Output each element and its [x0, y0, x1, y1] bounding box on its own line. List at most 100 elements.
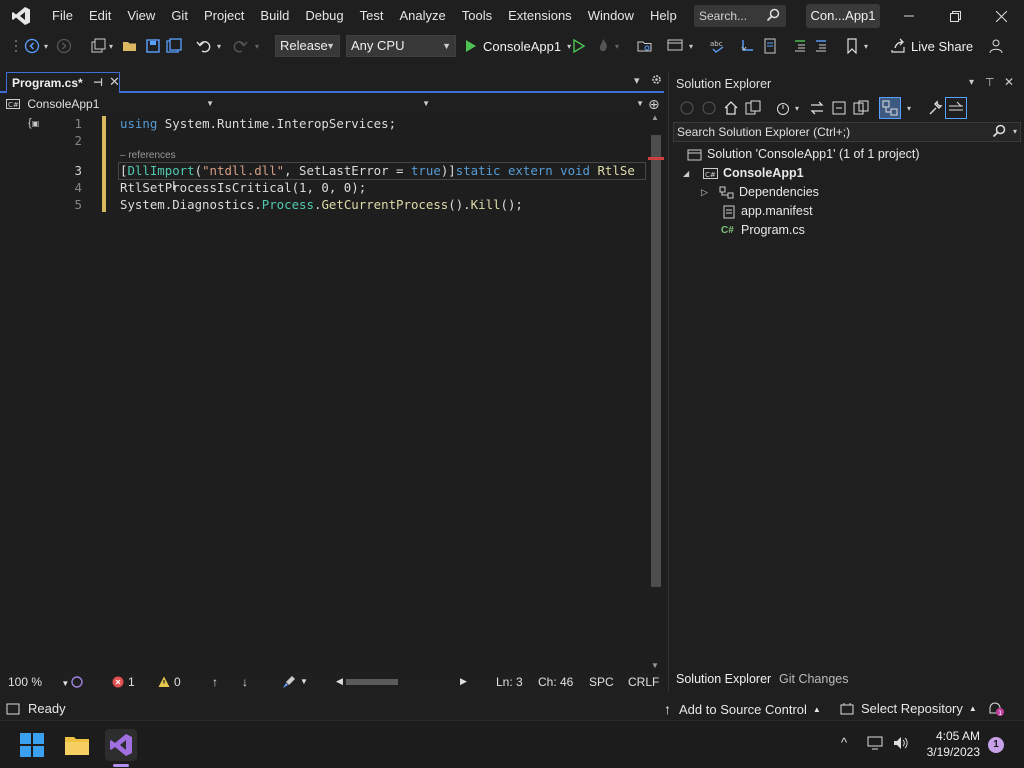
- tab-git-changes[interactable]: Git Changes: [779, 672, 848, 686]
- scroll-left-icon[interactable]: ◀: [336, 676, 343, 687]
- visual-studio-taskbar-icon[interactable]: [105, 729, 137, 767]
- menu-file[interactable]: File: [44, 0, 81, 32]
- tree-item-app-manifest[interactable]: app.manifest: [721, 202, 813, 221]
- preview-selected-items-toggle[interactable]: [879, 97, 901, 119]
- redo-dropdown-icon[interactable]: ▾: [253, 38, 261, 54]
- save-all-icon[interactable]: [166, 38, 182, 54]
- search-input[interactable]: Search...: [694, 5, 786, 27]
- notifications-bell-icon[interactable]: 1: [986, 701, 1004, 717]
- visual-studio-logo-icon[interactable]: [10, 5, 32, 27]
- toolbar-overflow-icon[interactable]: ▾: [862, 38, 870, 54]
- solution-name-badge[interactable]: Con...App1: [806, 4, 880, 28]
- back-icon[interactable]: [679, 100, 695, 116]
- panel-options-dropdown-icon[interactable]: ▾: [969, 77, 974, 88]
- horizontal-scrollbar-thumb[interactable]: [346, 679, 398, 685]
- new-item-dropdown-icon[interactable]: ▾: [107, 38, 115, 54]
- minimize-button[interactable]: [886, 0, 932, 32]
- show-hidden-icons-chevron-icon[interactable]: ^: [841, 735, 847, 750]
- codelens-references[interactable]: – references: [120, 150, 176, 161]
- collapsed-chevron-icon[interactable]: ▷: [701, 183, 719, 202]
- scroll-down-icon[interactable]: ▼: [651, 661, 659, 670]
- properties-wrench-icon[interactable]: [927, 100, 943, 116]
- select-repository-button[interactable]: Select Repository ▲: [840, 701, 977, 716]
- intellicode-icon[interactable]: [70, 675, 84, 692]
- code-editor[interactable]: {▣ 1 using System.Runtime.InteropService…: [0, 113, 648, 673]
- scroll-right-icon[interactable]: ▶: [460, 676, 467, 687]
- forward-icon[interactable]: [701, 100, 717, 116]
- hot-reload-dropdown-icon[interactable]: ▾: [613, 38, 621, 54]
- save-icon[interactable]: [145, 38, 161, 54]
- pin-panel-icon[interactable]: ⊤: [985, 76, 995, 89]
- scroll-up-icon[interactable]: ▲: [651, 113, 659, 122]
- home-icon[interactable]: [723, 100, 739, 116]
- menu-window[interactable]: Window: [580, 0, 642, 32]
- error-count[interactable]: 1: [112, 675, 135, 689]
- menu-extensions[interactable]: Extensions: [500, 0, 580, 32]
- live-share-button[interactable]: Live Share: [890, 35, 973, 57]
- project-navigation-dropdown[interactable]: C# ConsoleApp1 ▼: [6, 95, 218, 113]
- preview-dropdown-icon[interactable]: ▾: [905, 100, 913, 116]
- open-folder-icon[interactable]: [122, 38, 138, 54]
- redo-icon[interactable]: [232, 38, 248, 54]
- tab-solution-explorer[interactable]: Solution Explorer: [676, 672, 771, 686]
- start-debugging-button[interactable]: ConsoleApp1 ▾: [464, 35, 571, 57]
- new-project-icon[interactable]: [90, 38, 106, 54]
- notification-center-badge[interactable]: 1: [988, 737, 1004, 753]
- previous-issue-arrow-icon[interactable]: ↑: [212, 675, 218, 689]
- show-all-files-icon[interactable]: [853, 100, 869, 116]
- windows-start-icon[interactable]: [16, 729, 48, 761]
- type-navigation-dropdown[interactable]: ▼: [220, 95, 434, 113]
- split-window-icon[interactable]: ⊕: [648, 95, 660, 113]
- undo-dropdown-icon[interactable]: ▾: [215, 38, 223, 54]
- network-icon[interactable]: [866, 735, 884, 754]
- feedback-icon[interactable]: [988, 38, 1004, 54]
- filter-dropdown-icon[interactable]: ▾: [793, 100, 801, 116]
- menu-analyze[interactable]: Analyze: [391, 0, 453, 32]
- member-navigation-dropdown[interactable]: ▼: [436, 95, 648, 113]
- whitespace-indicator[interactable]: SPC: [589, 675, 614, 689]
- solution-platform-dropdown[interactable]: Any CPU ▼: [346, 35, 456, 57]
- system-clock[interactable]: 4:05 AM 3/19/2023: [900, 728, 980, 760]
- add-to-source-control-button[interactable]: ↑ Add to Source Control ▲: [664, 701, 821, 717]
- solution-configuration-dropdown[interactable]: Release ▼: [275, 35, 340, 57]
- menu-debug[interactable]: Debug: [297, 0, 351, 32]
- menu-git[interactable]: Git: [163, 0, 196, 32]
- bookmark-icon[interactable]: [844, 38, 860, 54]
- tree-item-dependencies[interactable]: ▷ Dependencies: [701, 183, 819, 202]
- hot-reload-icon[interactable]: [595, 38, 611, 54]
- switch-views-icon[interactable]: [745, 100, 761, 116]
- tab-program-cs[interactable]: Program.cs* ⊣ ✕: [6, 72, 120, 93]
- tree-item-program-cs[interactable]: C# Program.cs: [721, 221, 805, 240]
- code-cleanup-dropdown-icon[interactable]: ▼: [300, 677, 308, 686]
- navigate-forward-icon[interactable]: [56, 38, 72, 54]
- editor-vertical-scrollbar[interactable]: ▲ ▼: [648, 113, 664, 673]
- format-document-icon[interactable]: [762, 38, 778, 54]
- navigate-back-dropdown-icon[interactable]: ▾: [42, 38, 50, 54]
- browse-folder-icon[interactable]: [637, 38, 653, 54]
- layout-dropdown-icon[interactable]: ▾: [687, 38, 695, 54]
- search-options-dropdown-icon[interactable]: ▾: [1013, 123, 1017, 141]
- restore-button[interactable]: [932, 0, 978, 32]
- close-panel-icon[interactable]: ✕: [1004, 75, 1014, 89]
- next-issue-arrow-icon[interactable]: ↓: [242, 675, 248, 689]
- pending-changes-filter-icon[interactable]: [775, 100, 791, 116]
- layout-icon[interactable]: [667, 38, 683, 54]
- uncomment-lines-icon[interactable]: [813, 38, 829, 54]
- close-tab-icon[interactable]: ✕: [109, 74, 120, 90]
- menu-view[interactable]: View: [119, 0, 163, 32]
- spell-check-icon[interactable]: abc: [710, 38, 726, 54]
- menu-help[interactable]: Help: [642, 0, 685, 32]
- file-explorer-icon[interactable]: [61, 729, 93, 761]
- zoom-dropdown[interactable]: 100 % ▼: [8, 675, 69, 689]
- line-ending-indicator[interactable]: CRLF: [628, 675, 659, 689]
- code-cleanup-brush-icon[interactable]: [282, 675, 296, 692]
- step-into-icon[interactable]: [740, 38, 756, 54]
- menu-tools[interactable]: Tools: [454, 0, 500, 32]
- close-window-button[interactable]: [978, 0, 1024, 32]
- menu-edit[interactable]: Edit: [81, 0, 119, 32]
- collapse-all-icon[interactable]: [831, 100, 847, 116]
- tab-list-dropdown-icon[interactable]: ▾: [634, 74, 640, 87]
- tree-item-solution[interactable]: Solution 'ConsoleApp1' (1 of 1 project): [687, 145, 920, 164]
- solution-explorer-search-input[interactable]: Search Solution Explorer (Ctrl+;) ▾: [673, 122, 1021, 142]
- warning-count[interactable]: 0: [158, 675, 181, 689]
